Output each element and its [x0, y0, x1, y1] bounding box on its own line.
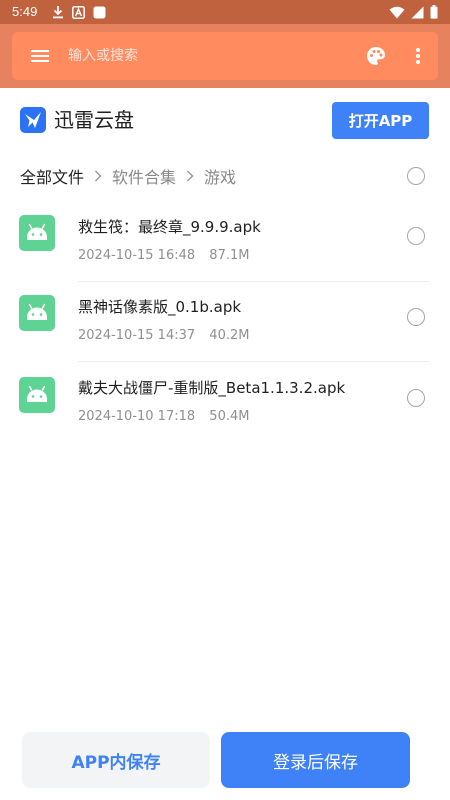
open-app-button[interactable]: 打开APP	[332, 102, 429, 139]
android-icon	[19, 377, 55, 413]
file-select-radio[interactable]	[407, 389, 425, 407]
file-row[interactable]: 戴夫大战僵尸-重制版_Beta1.1.3.2.apk 2024-10-10 17…	[0, 362, 450, 442]
palette-icon[interactable]	[364, 44, 388, 68]
file-meta: 2024-10-15 16:48 87.1M	[78, 247, 249, 265]
download-icon	[52, 5, 64, 19]
breadcrumb-item-software[interactable]: 软件合集	[112, 164, 176, 188]
chevron-right-icon	[94, 167, 102, 186]
file-meta: 2024-10-10 17:18 50.4M	[78, 408, 249, 426]
chevron-right-icon	[186, 167, 194, 186]
status-right-icons	[389, 5, 438, 19]
thunder-bird-logo-icon	[20, 107, 46, 133]
file-meta: 2024-10-15 14:37 40.2M	[78, 327, 249, 345]
file-date: 2024-10-15 16:48	[78, 248, 196, 263]
file-row[interactable]: 黑神话像素版_0.1b.apk 2024-10-15 14:37 40.2M	[0, 282, 450, 362]
app-bar	[0, 24, 450, 88]
search-input[interactable]	[68, 44, 348, 68]
file-name: 救生筏：最终章_9.9.9.apk	[78, 218, 261, 236]
battery-icon	[430, 5, 438, 19]
square-icon	[93, 6, 106, 19]
file-date: 2024-10-10 17:18	[78, 409, 196, 424]
more-vert-icon[interactable]	[406, 44, 430, 68]
wifi-icon	[389, 6, 405, 19]
breadcrumb-item-games: 游戏	[204, 168, 237, 187]
save-in-app-button[interactable]: APP内保存	[22, 732, 210, 788]
menu-icon[interactable]	[28, 44, 52, 68]
breadcrumb: 全部文件 软件合集 游戏	[20, 163, 236, 189]
signal-icon	[411, 6, 424, 19]
file-size: 40.2M	[209, 328, 250, 343]
file-name: 戴夫大战僵尸-重制版_Beta1.1.3.2.apk	[78, 379, 346, 397]
file-date: 2024-10-15 14:37	[78, 328, 196, 343]
file-select-radio[interactable]	[407, 308, 425, 326]
file-select-radio[interactable]	[407, 227, 425, 245]
android-icon	[19, 215, 55, 251]
brand-name: 迅雷云盘	[54, 108, 134, 132]
breadcrumb-item-all-files[interactable]: 全部文件	[20, 164, 84, 188]
status-bar: 5:49	[0, 0, 450, 24]
file-row[interactable]: 救生筏：最终章_9.9.9.apk 2024-10-15 16:48 87.1M	[0, 202, 450, 282]
select-all-radio[interactable]	[407, 167, 425, 185]
login-save-button[interactable]: 登录后保存	[221, 732, 410, 788]
file-size: 50.4M	[209, 409, 250, 424]
file-name: 黑神话像素版_0.1b.apk	[78, 298, 242, 316]
android-icon	[19, 295, 55, 331]
status-time: 5:49	[12, 4, 38, 19]
a-box-icon	[72, 5, 85, 19]
status-left-icons	[52, 5, 106, 19]
search-bar	[12, 32, 438, 80]
brand: 迅雷云盘	[20, 104, 134, 136]
file-size: 87.1M	[209, 248, 250, 263]
